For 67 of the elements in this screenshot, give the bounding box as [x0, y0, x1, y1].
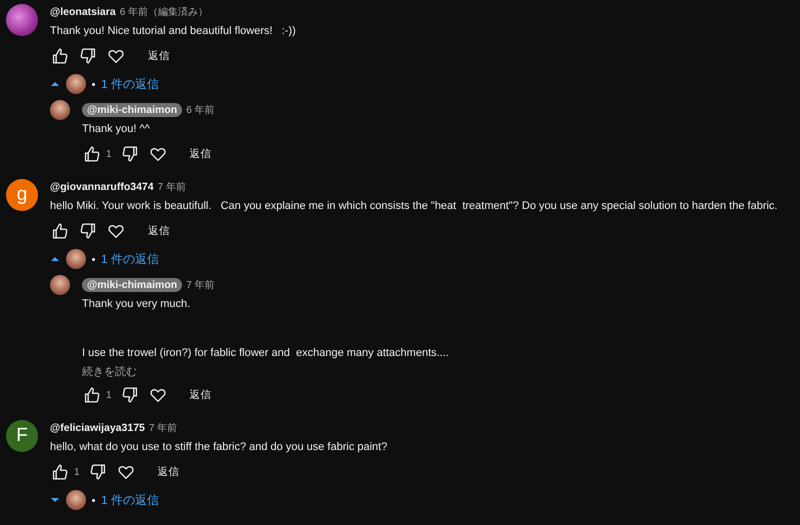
replies-toggle[interactable]: 1 件の返信: [50, 247, 160, 271]
letter-avatar: F: [6, 420, 38, 452]
replies-toggle[interactable]: 1 件の返信: [50, 72, 160, 96]
comment-text: hello Miki. Your work is beautifull. Can you explaine me in which consists the "heat treatment"? Do you use any special solution to harden the fabric.: [50, 199, 778, 214]
caret-icon: [50, 495, 60, 505]
like-button[interactable]: [50, 221, 70, 241]
like-button[interactable]: [50, 46, 70, 66]
reply-button[interactable]: 返信: [152, 461, 186, 483]
dislike-button[interactable]: [88, 462, 108, 482]
thumbs-up-icon: [51, 47, 69, 65]
reply-author[interactable]: @miki-chimaimon: [82, 278, 182, 292]
bullet-dot: [92, 258, 95, 260]
letter-avatar: g: [6, 179, 38, 211]
thumbs-down-icon: [120, 145, 139, 163]
heart-icon: [148, 386, 167, 404]
thumbs-down-icon: [79, 222, 97, 240]
dislike-button[interactable]: [120, 385, 140, 405]
thumbs-up-icon: [51, 463, 69, 481]
heart-icon: [116, 463, 135, 481]
heart-icon: [107, 222, 125, 240]
like-count: 1: [106, 148, 112, 160]
read-more-link[interactable]: 続きを読む: [82, 364, 137, 379]
like-button[interactable]: [50, 462, 70, 482]
reply-button[interactable]: 返信: [184, 143, 218, 165]
like-count: 1: [74, 466, 80, 478]
dislike-button[interactable]: [78, 46, 98, 66]
avatar-photo-placeholder: [50, 275, 70, 295]
comment-text: hello, what do you use to stiff the fabric? and do you use fabric paint?: [50, 440, 388, 455]
bullet-dot: [92, 82, 95, 86]
reply-button[interactable]: 返信: [142, 220, 176, 242]
thumbs-down-icon: [88, 463, 107, 481]
comment-author[interactable]: @feliciawijaya3175: [50, 422, 145, 434]
reply-button[interactable]: 返信: [184, 384, 218, 406]
replies-toggle[interactable]: 1 件の返信: [50, 488, 160, 512]
avatar-photo-placeholder: [6, 4, 38, 36]
caret-icon: [50, 79, 60, 89]
comment-text: Thank you very much.: [82, 297, 192, 312]
comment-time: 6 年前（編集済み）: [120, 6, 208, 19]
thumbs-down-icon: [79, 47, 97, 65]
dislike-button[interactable]: [120, 144, 140, 164]
thumbs-up-icon: [51, 222, 69, 240]
thumbs-up-icon: [83, 386, 101, 404]
avatar-photo-placeholder: [50, 100, 70, 120]
comment-author[interactable]: @giovannaruffo3474: [50, 181, 154, 193]
avatar-photo-placeholder: [66, 249, 86, 269]
like-button[interactable]: [82, 144, 102, 164]
reply-time: 7 年前: [186, 279, 215, 292]
comment-time: 7 年前: [158, 181, 186, 194]
comment-author[interactable]: @leonatsiara: [50, 6, 116, 18]
caret-icon: [50, 254, 60, 264]
heart-icon: [107, 47, 125, 65]
avatar-photo-placeholder: [66, 490, 86, 510]
comment-text: Thank you! Nice tutorial and beautiful flowers! :-)): [50, 24, 297, 39]
like-count: 1: [106, 390, 112, 400]
dislike-button[interactable]: [78, 221, 98, 241]
like-button[interactable]: [82, 385, 102, 405]
comment-text: I use the trowel (iron?) for fablic flower and exchange many attachments....: [82, 346, 450, 361]
avatar-photo-placeholder: [66, 74, 86, 94]
reply-time: 6 年前: [186, 104, 215, 117]
thumbs-down-icon: [120, 386, 139, 404]
comment-text: Thank you! ^^: [82, 122, 151, 137]
bullet-dot: [92, 498, 95, 502]
comment-time: 7 年前: [148, 422, 178, 435]
heart-icon: [148, 145, 167, 163]
reply-button[interactable]: 返信: [142, 45, 176, 67]
thumbs-up-icon: [83, 145, 101, 163]
reply-author[interactable]: @miki-chimaimon: [82, 103, 182, 117]
